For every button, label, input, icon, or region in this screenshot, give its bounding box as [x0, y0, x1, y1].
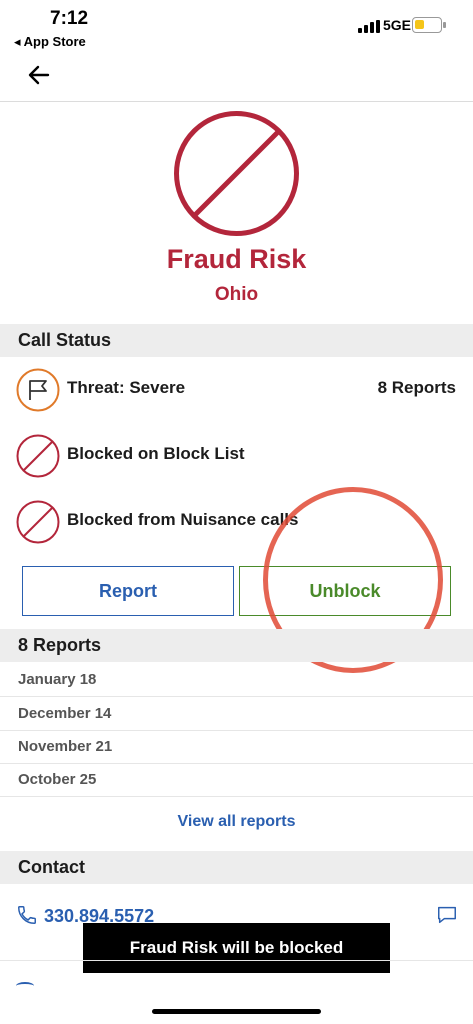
call-status-header: Call Status — [0, 324, 473, 357]
network-type: 5GE — [383, 17, 412, 33]
status-time: 7:12 — [50, 8, 89, 29]
caller-location: Ohio — [214, 284, 259, 305]
nav-divider — [0, 101, 473, 102]
contact-header: Contact — [0, 851, 473, 884]
threat-row: Threat: Severe 8 Reports — [0, 362, 473, 418]
contact-title: Contact — [18, 857, 85, 877]
partial-icon — [16, 982, 34, 990]
block-list-row: Blocked on Block List — [0, 428, 473, 484]
caller-title: Fraud Risk — [166, 244, 307, 274]
report-row[interactable]: January 18 — [0, 664, 473, 697]
reports-header: 8 Reports — [0, 629, 473, 662]
phone-icon[interactable] — [16, 904, 38, 926]
back-to-app-store-link[interactable]: ◂ App Store — [14, 34, 86, 50]
report-button[interactable]: Report — [22, 566, 234, 616]
report-date: December 14 — [18, 705, 112, 722]
report-count: 8 Reports — [377, 378, 456, 397]
view-all-reports-link[interactable]: View all reports — [0, 813, 473, 831]
report-date: October 25 — [18, 771, 97, 788]
message-icon[interactable] — [436, 904, 458, 926]
back-arrow-icon[interactable] — [26, 62, 52, 88]
report-row[interactable]: November 21 — [0, 731, 473, 764]
nuisance-label: Blocked from Nuisance calls — [67, 510, 299, 529]
unblock-button[interactable]: Unblock — [239, 566, 451, 616]
nuisance-row: Blocked from Nuisance calls — [0, 494, 473, 550]
block-list-label: Blocked on Block List — [67, 444, 245, 463]
flag-icon — [16, 368, 60, 412]
bottom-divider — [0, 960, 473, 961]
blocked-icon — [16, 500, 60, 544]
blocked-icon — [16, 434, 60, 478]
battery-icon — [412, 17, 446, 33]
report-row[interactable]: October 25 — [0, 764, 473, 797]
report-date: January 18 — [18, 671, 97, 688]
report-row[interactable]: December 14 — [0, 698, 473, 731]
threat-label: Threat: Severe — [67, 378, 186, 397]
signal-icon — [358, 20, 380, 33]
blocked-icon — [173, 110, 300, 237]
home-indicator — [152, 1009, 321, 1014]
toast-message: Fraud Risk will be blocked — [83, 923, 390, 973]
status-bar: 7:12 ◂ App Store 5GE — [0, 0, 473, 52]
call-status-title: Call Status — [18, 330, 112, 350]
report-date: November 21 — [18, 738, 113, 755]
reports-title: 8 Reports — [18, 635, 102, 655]
